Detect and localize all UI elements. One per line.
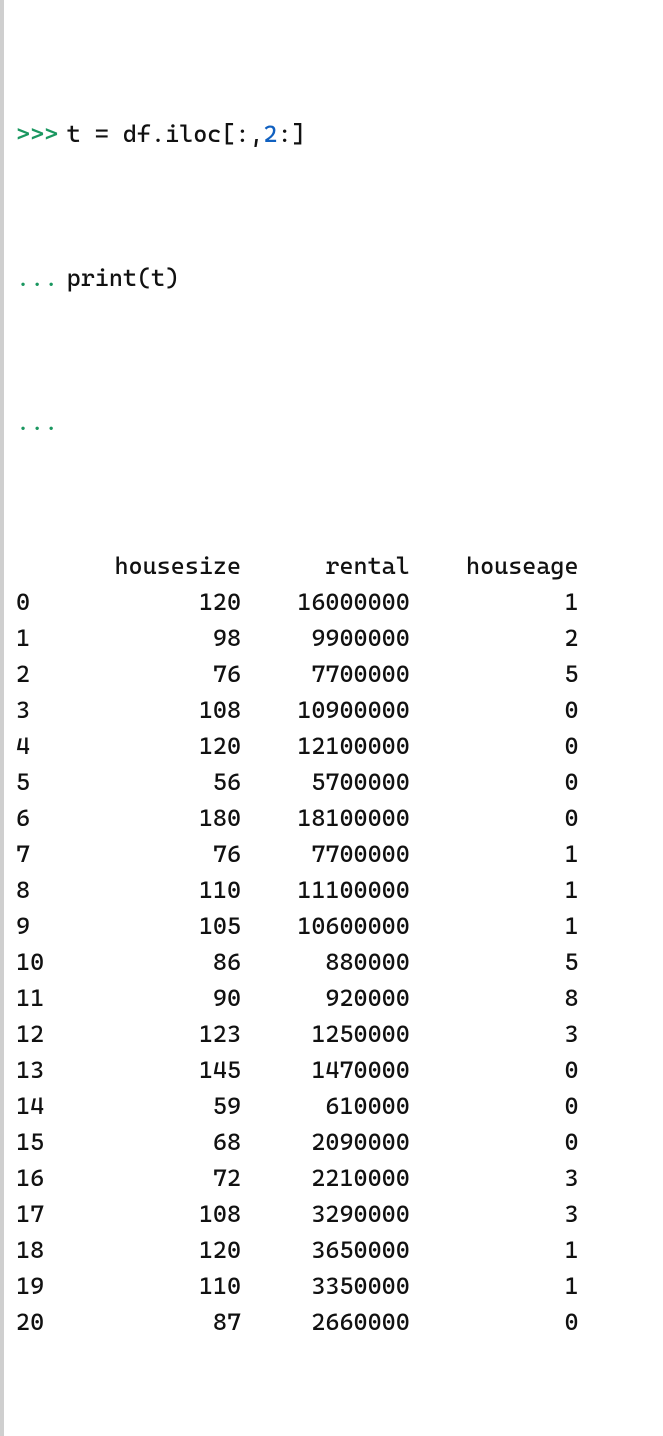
output-row: 16 72 2210000 3 [4,1160,663,1196]
output-row: 20 87 2660000 0 [4,1304,663,1340]
output-row: 17 108 3290000 3 [4,1196,663,1232]
output-row: 6 180 18100000 0 [4,800,663,836]
input-line-2: ... print(t) [4,260,663,296]
prompt-continuation: ... [16,404,58,440]
output-header: housesize rental houseage [4,548,663,584]
output-row: 11 90 920000 8 [4,980,663,1016]
output-row: 15 68 2090000 0 [4,1124,663,1160]
prompt-continuation: ... [16,260,58,296]
output-row: 4 120 12100000 0 [4,728,663,764]
output-row: 14 59 610000 0 [4,1088,663,1124]
code-line-2: print(t) [67,260,180,296]
input-line-3: ... [4,404,663,440]
output-row: 19 110 3350000 1 [4,1268,663,1304]
output-row: 12 123 1250000 3 [4,1016,663,1052]
output-row: 18 120 3650000 1 [4,1232,663,1268]
code-line-3 [67,404,81,440]
output-row: 9 105 10600000 1 [4,908,663,944]
code-line-1: t = df.iloc[:,2:] [67,116,306,152]
output-block: housesize rental houseage0 120 16000000 … [4,548,663,1340]
output-row: 0 120 16000000 1 [4,584,663,620]
prompt-primary: >>> [16,116,58,152]
output-row: 7 76 7700000 1 [4,836,663,872]
output-row: 2 76 7700000 5 [4,656,663,692]
input-line-1: >>> t = df.iloc[:,2:] [4,116,663,152]
output-row: 10 86 880000 5 [4,944,663,980]
output-row: 5 56 5700000 0 [4,764,663,800]
output-row: 3 108 10900000 0 [4,692,663,728]
output-row: 1 98 9900000 2 [4,620,663,656]
output-row: 13 145 1470000 0 [4,1052,663,1088]
repl-console[interactable]: >>> t = df.iloc[:,2:] ... print(t) ... h… [4,0,663,1436]
output-row: 8 110 11100000 1 [4,872,663,908]
